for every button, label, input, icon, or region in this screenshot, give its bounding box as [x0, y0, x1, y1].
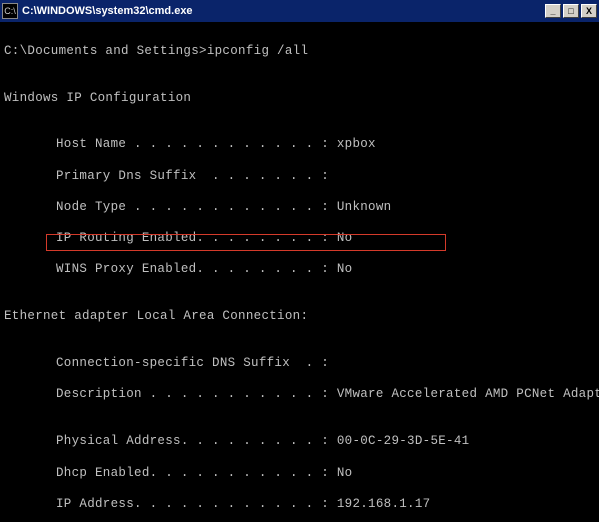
adapter-header: Ethernet adapter Local Area Connection: [4, 309, 595, 325]
minimize-button[interactable]: _ [545, 4, 561, 18]
prompt-line: C:\Documents and Settings>ipconfig /all [4, 44, 595, 60]
primary-dns-line: Primary Dns Suffix . . . . . . . : [4, 169, 595, 185]
maximize-button[interactable]: □ [563, 4, 579, 18]
host-name-line: Host Name . . . . . . . . . . . . : xpbo… [4, 137, 595, 153]
conn-dns-line: Connection-specific DNS Suffix . : [4, 356, 595, 372]
node-type-line: Node Type . . . . . . . . . . . . : Unkn… [4, 200, 595, 216]
window-titlebar: C:\ C:\WINDOWS\system32\cmd.exe _ □ X [0, 0, 599, 22]
wins-proxy-line: WINS Proxy Enabled. . . . . . . . : No [4, 262, 595, 278]
terminal-output: C:\Documents and Settings>ipconfig /all … [0, 22, 599, 522]
physical-addr-line: Physical Address. . . . . . . . . : 00-0… [4, 434, 595, 450]
close-button[interactable]: X [581, 4, 597, 18]
cmd-icon: C:\ [2, 3, 18, 19]
ip-routing-line: IP Routing Enabled. . . . . . . . : No [4, 231, 595, 247]
description-line: Description . . . . . . . . . . . : VMwa… [4, 387, 595, 403]
ip-config-header: Windows IP Configuration [4, 91, 595, 107]
dhcp-line: Dhcp Enabled. . . . . . . . . . . : No [4, 466, 595, 482]
window-controls: _ □ X [545, 4, 597, 18]
ip-address-line: IP Address. . . . . . . . . . . . : 192.… [4, 497, 595, 513]
window-title: C:\WINDOWS\system32\cmd.exe [22, 5, 545, 17]
